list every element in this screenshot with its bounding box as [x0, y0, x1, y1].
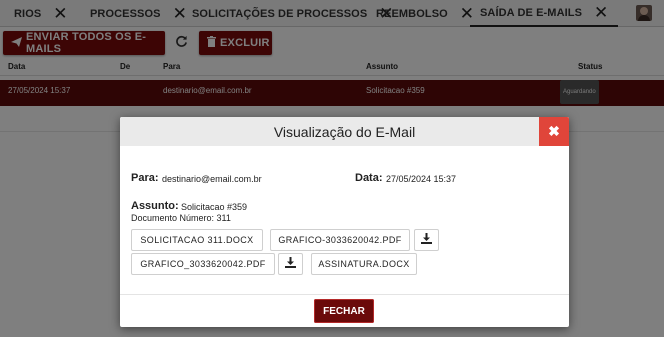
download-button[interactable]: [278, 253, 303, 275]
attachment-grafico-pdf-2[interactable]: GRAFICO_3033620042.PDF: [131, 253, 275, 275]
documento-numero: Documento Número: 311: [131, 213, 231, 223]
fechar-label: FECHAR: [323, 305, 365, 317]
data-label: Data:: [355, 172, 383, 184]
attachment-label: SOLICITACAO 311.DOCX: [140, 235, 254, 245]
attachment-assinatura-docx[interactable]: ASSINATURA.DOCX: [311, 253, 417, 275]
modal-divider: [120, 294, 569, 295]
download-icon: [421, 231, 432, 249]
data-value: 27/05/2024 15:37: [386, 174, 457, 184]
attachment-label: GRAFICO-3033620042.PDF: [278, 235, 402, 245]
close-icon: ✖: [548, 123, 560, 139]
para-label: Para:: [131, 172, 159, 184]
assunto-label: Assunto:: [131, 200, 179, 212]
para-value: destinario@email.com.br: [162, 174, 262, 184]
email-preview-modal: Visualização do E-Mail ✖ Para: destinari…: [120, 117, 569, 327]
assunto-value: Solicitacao #359: [181, 202, 248, 212]
download-button[interactable]: [414, 229, 439, 251]
attachment-solicitacao-docx[interactable]: SOLICITACAO 311.DOCX: [131, 229, 263, 251]
attachment-label: ASSINATURA.DOCX: [318, 259, 410, 269]
download-icon: [285, 255, 296, 273]
fechar-button[interactable]: FECHAR: [314, 299, 374, 323]
modal-close-button[interactable]: ✖: [539, 117, 569, 146]
modal-title: Visualização do E-Mail: [273, 123, 416, 140]
attachment-label: GRAFICO_3033620042.PDF: [140, 259, 266, 269]
modal-header: Visualização do E-Mail: [120, 117, 569, 146]
attachment-grafico-pdf-1[interactable]: GRAFICO-3033620042.PDF: [270, 229, 410, 251]
